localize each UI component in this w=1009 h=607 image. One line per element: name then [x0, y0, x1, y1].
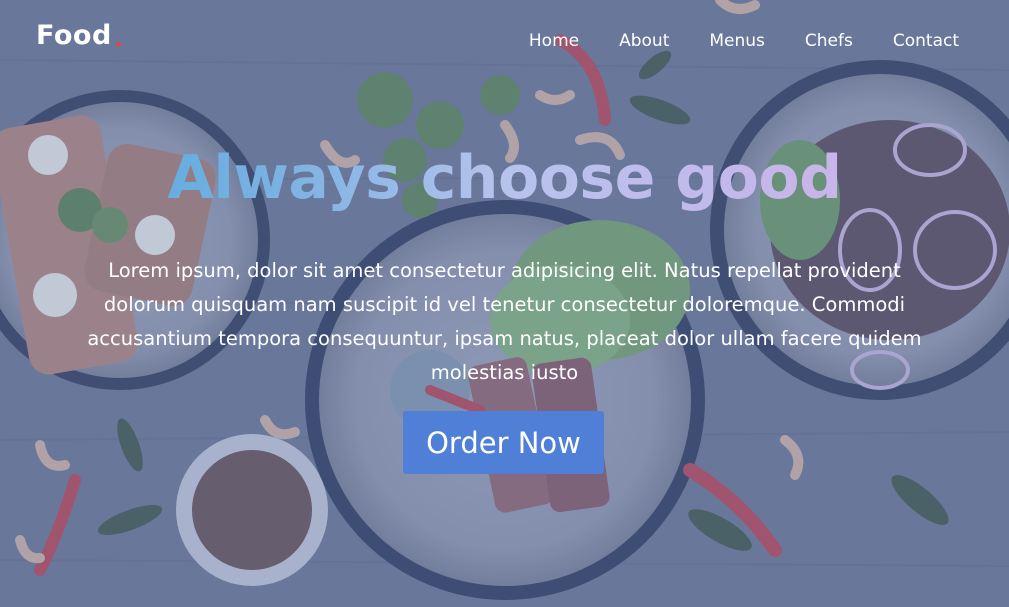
nav-link-menus[interactable]: Menus — [669, 31, 765, 51]
main-nav: Home About Menus Chefs Contact — [529, 31, 959, 51]
logo-dot — [116, 42, 121, 47]
nav-link-home[interactable]: Home — [529, 31, 579, 51]
hero-description: Lorem ipsum, dolor sit amet consectetur … — [87, 259, 922, 384]
hero-title: Always choose good — [0, 143, 1009, 213]
order-now-button[interactable]: Order Now — [403, 411, 604, 474]
nav-link-contact[interactable]: Contact — [853, 31, 959, 51]
nav-link-about[interactable]: About — [579, 31, 669, 51]
site-logo[interactable]: Food — [36, 20, 112, 51]
nav-link-chefs[interactable]: Chefs — [765, 31, 853, 51]
